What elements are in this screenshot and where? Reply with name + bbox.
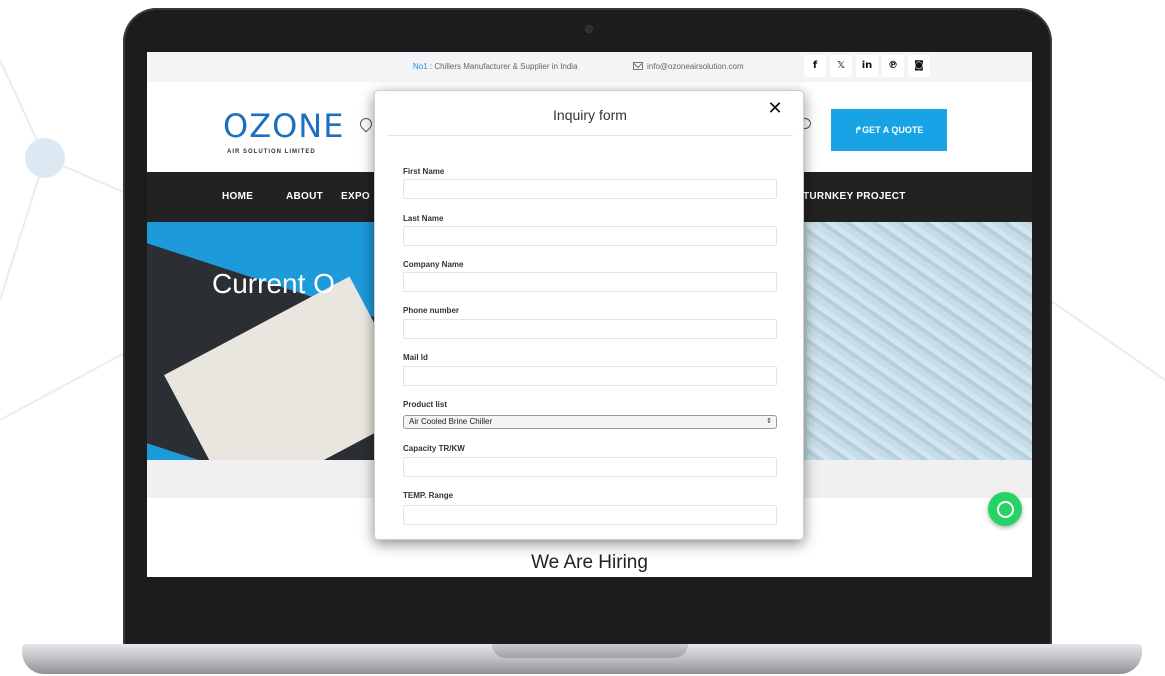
browser-screen: No1 : Chillers Manufacturer & Supplier i… xyxy=(147,52,1032,577)
phone-number-label: Phone number xyxy=(403,306,460,315)
stage: No1 : Chillers Manufacturer & Supplier i… xyxy=(0,0,1165,676)
select-caret-icon: ⇕ xyxy=(766,418,772,425)
pinterest-icon[interactable]: ℗ xyxy=(882,55,904,77)
capacity-label: Capacity TR/KW xyxy=(403,444,465,453)
company-logo[interactable]: OZONE AIR SOLUTION LIMITED xyxy=(223,107,363,157)
nav-item-expo[interactable]: EXPO xyxy=(341,191,370,202)
hero-texture-image xyxy=(807,222,1032,460)
phone-number-input[interactable] xyxy=(403,319,777,339)
facebook-icon[interactable]: f xyxy=(804,55,826,77)
instagram-icon[interactable]: ◙ xyxy=(908,55,930,77)
first-name-label: First Name xyxy=(403,167,445,176)
nav-item-turnkey-project[interactable]: TURNKEY PROJECT xyxy=(803,191,906,202)
modal-title: Inquiry form xyxy=(553,107,627,123)
x-twitter-icon[interactable]: 𝕏 xyxy=(830,55,852,77)
tagline: No1 : Chillers Manufacturer & Supplier i… xyxy=(413,62,578,71)
product-list-select[interactable]: Air Cooled Brine Chiller ⇕ xyxy=(403,415,777,429)
logo-subtitle: AIR SOLUTION LIMITED xyxy=(227,149,316,155)
mail-id-input[interactable] xyxy=(403,366,777,386)
top-email-link[interactable]: info@ozoneairsolution.com xyxy=(633,62,744,71)
mail-id-label: Mail Id xyxy=(403,353,428,362)
whatsapp-icon[interactable] xyxy=(988,492,1022,526)
company-name-input[interactable] xyxy=(403,272,777,292)
logo-wordmark: OZONE xyxy=(223,107,345,145)
first-name-input[interactable] xyxy=(403,179,777,199)
nav-item-about[interactable]: ABOUT xyxy=(286,191,323,202)
inquiry-form-modal: Inquiry form ✕ First Name Last Name Comp… xyxy=(374,90,804,540)
last-name-input[interactable] xyxy=(403,226,777,246)
last-name-label: Last Name xyxy=(403,214,444,223)
modal-divider xyxy=(387,135,793,136)
webcam xyxy=(586,26,592,32)
temp-range-label: TEMP. Range xyxy=(403,491,454,500)
linkedin-icon[interactable]: in xyxy=(856,55,878,77)
hero-title: Current O xyxy=(212,268,335,299)
product-list-label: Product list xyxy=(403,400,448,409)
company-name-label: Company Name xyxy=(403,260,464,269)
laptop-opening-notch xyxy=(492,644,688,658)
product-list-selected-value: Air Cooled Brine Chiller xyxy=(409,417,493,426)
close-icon[interactable]: ✕ xyxy=(765,99,785,119)
mail-icon xyxy=(633,62,643,70)
get-a-quote-button[interactable]: ↱GET A QUOTE xyxy=(831,109,947,151)
hiring-heading: We Are Hiring xyxy=(531,552,648,573)
top-bar: No1 : Chillers Manufacturer & Supplier i… xyxy=(147,52,1032,82)
nav-item-home[interactable]: HOME xyxy=(222,191,253,202)
temp-range-input[interactable] xyxy=(403,505,777,525)
capacity-input[interactable] xyxy=(403,457,777,477)
